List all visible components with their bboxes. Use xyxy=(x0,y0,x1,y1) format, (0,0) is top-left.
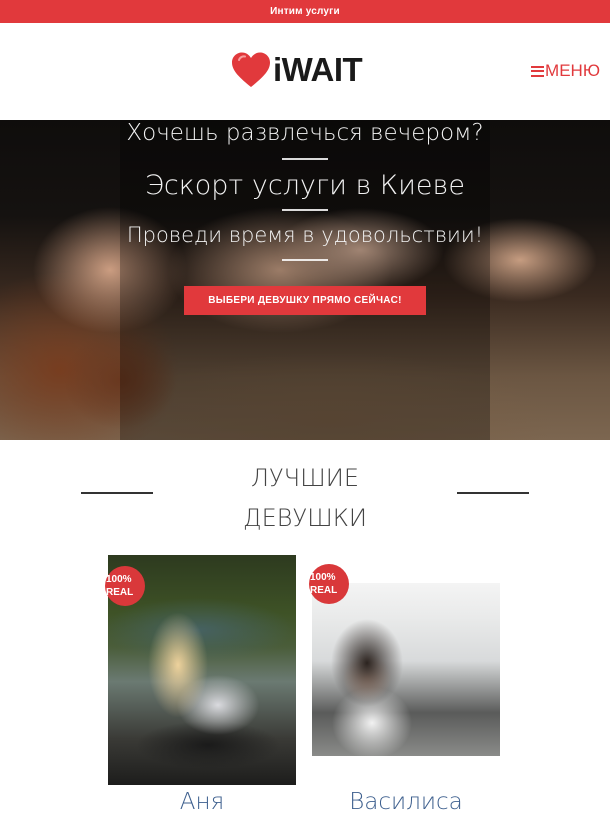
section-title-line-1: ЛУЧШИЕ xyxy=(250,464,360,492)
site-header: iWAIT МЕНЮ xyxy=(0,23,610,120)
section-title-line-2: ДЕВУШКИ xyxy=(242,504,368,532)
site-logo[interactable]: iWAIT xyxy=(230,51,363,89)
real-badge: 100% REAL xyxy=(309,564,349,604)
heart-logo-icon xyxy=(230,51,272,89)
logo-text: iWAIT xyxy=(273,51,363,88)
hamburger-menu-icon xyxy=(531,65,545,77)
section-divider-right xyxy=(457,492,529,494)
profile-name-link[interactable]: Василиса xyxy=(312,789,500,815)
badge-percent: 100% xyxy=(106,574,132,585)
badge-real: REAL xyxy=(106,587,134,598)
hero-divider xyxy=(282,259,328,261)
menu-label: МЕНЮ xyxy=(545,61,600,80)
top-bar: Интим услуги xyxy=(0,0,610,23)
profile-name-link[interactable]: Аня xyxy=(108,789,296,815)
hero-banner: Хочешь развлечься вечером? Эскорт услуги… xyxy=(0,120,610,440)
hero-divider xyxy=(282,209,328,211)
choose-girl-button[interactable]: ВЫБЕРИ ДЕВУШКУ ПРЯМО СЕЙЧАС! xyxy=(184,286,426,315)
hero-headline-2: Эскорт услуги в Киеве xyxy=(145,170,465,201)
real-badge: 100% REAL xyxy=(105,566,145,606)
badge-percent: 100% xyxy=(310,572,336,583)
hero-headline-3: Проведи время в удовольствии! xyxy=(126,223,484,247)
profile-photo[interactable] xyxy=(312,583,500,756)
menu-button[interactable]: МЕНЮ xyxy=(531,61,600,81)
hero-headline-1: Хочешь развлечься вечером? xyxy=(126,120,484,146)
section-title: ЛУЧШИЕ ДЕВУШКИ xyxy=(0,458,610,538)
hero-divider xyxy=(282,158,328,160)
top-bar-text: Интим услуги xyxy=(270,6,340,17)
badge-real: REAL xyxy=(310,585,338,596)
hero-overlay-panel xyxy=(120,120,490,440)
